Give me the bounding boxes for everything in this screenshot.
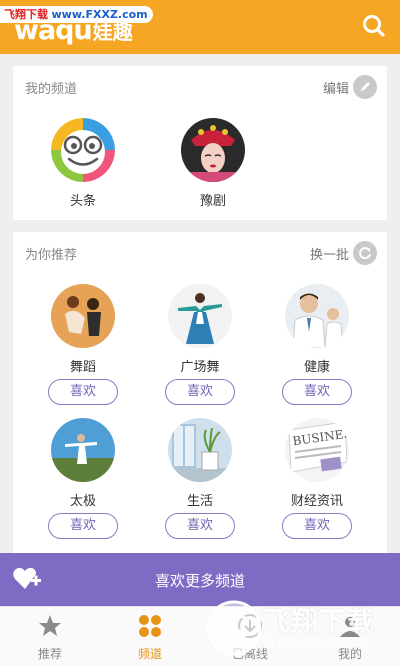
refresh-button[interactable]: 换一批 [310, 241, 377, 265]
like-button[interactable]: 喜欢 [48, 513, 118, 539]
channel-item-yuju[interactable]: 豫剧 [163, 118, 263, 209]
finance-newspaper-image: BUSINESS [285, 418, 349, 482]
square-dance-image [168, 284, 232, 348]
health-doctor-image [285, 284, 349, 348]
refresh-icon [353, 241, 377, 265]
opera-performer-image [181, 118, 245, 182]
recommend-card: 为你推荐 换一批 舞蹈 喜欢 广场舞 喜欢 健康 喜欢 太极 喜欢 生活 喜欢 … [13, 232, 387, 572]
like-button[interactable]: 喜欢 [48, 379, 118, 405]
channel-label: 头条 [69, 194, 96, 209]
channel-item-toutiao[interactable]: 头条 [33, 118, 133, 209]
like-button[interactable]: 喜欢 [282, 379, 352, 405]
app-header: waqu娃趣 飞翔下载 www.FXXZ.com [0, 0, 400, 54]
tab-channel[interactable]: 频道 [100, 607, 200, 666]
channel-label: 生活 [186, 494, 213, 509]
watermark-url: WWW.FXXZ.COM [265, 636, 371, 649]
recommend-item-dance: 舞蹈 喜欢 [33, 284, 133, 405]
like-button[interactable]: 喜欢 [165, 379, 235, 405]
app-logo: waqu娃趣 [14, 15, 133, 46]
frog-logo-icon [51, 118, 115, 182]
recommend-item-finance: BUSINESS 财经资讯 喜欢 [267, 418, 367, 539]
like-button[interactable]: 喜欢 [282, 513, 352, 539]
channel-label: 健康 [303, 360, 330, 375]
edit-button[interactable]: 编辑 [323, 75, 377, 99]
channel-label: 广场舞 [180, 360, 220, 375]
recommend-item-health: 健康 喜欢 [267, 284, 367, 405]
star-icon [39, 615, 61, 636]
watermark-overlay: 飞翔下载 WWW.FXXZ.COM [205, 592, 395, 664]
recommend-item-taichi: 太极 喜欢 [33, 418, 133, 539]
refresh-label: 换一批 [309, 247, 349, 263]
edit-label: 编辑 [322, 81, 349, 97]
recommend-title: 为你推荐 [25, 248, 78, 263]
tab-label: 推荐 [37, 647, 62, 661]
pencil-icon [353, 75, 377, 99]
channel-label: 财经资讯 [290, 494, 343, 509]
like-button[interactable]: 喜欢 [165, 513, 235, 539]
recommend-item-life: 生活 喜欢 [150, 418, 250, 539]
watermark-logo-icon [206, 600, 262, 656]
tab-recommend[interactable]: 推荐 [0, 607, 100, 666]
channel-label: 太极 [69, 494, 96, 509]
tab-label: 频道 [137, 647, 162, 661]
life-image [168, 418, 232, 482]
recommend-item-square-dance: 广场舞 喜欢 [150, 284, 250, 405]
like-more-label: 喜欢更多频道 [154, 572, 245, 590]
search-icon [363, 15, 385, 37]
search-button[interactable] [358, 10, 390, 42]
my-channels-title: 我的频道 [25, 82, 78, 97]
grid-icon [139, 615, 161, 637]
my-channels-card: 我的频道 编辑 头条 豫剧 [13, 66, 387, 220]
dance-image [51, 284, 115, 348]
watermark-badge: 飞翔下载 www.FXXZ.com [0, 6, 153, 23]
taichi-image [51, 418, 115, 482]
channel-label: 豫剧 [199, 194, 226, 209]
watermark-big-text: 飞翔下载 [263, 607, 375, 638]
channel-label: 舞蹈 [69, 360, 96, 375]
